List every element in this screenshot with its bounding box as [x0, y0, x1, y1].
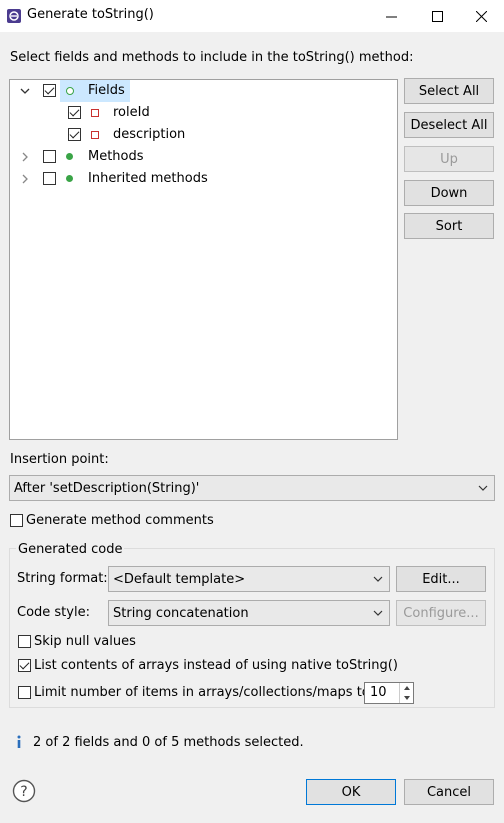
spinner-up-button[interactable] [399, 683, 413, 693]
info-icon [17, 735, 21, 748]
string-format-select[interactable]: <Default template> [108, 566, 390, 592]
chevron-down-icon [478, 485, 488, 491]
chevron-right-icon[interactable] [19, 151, 31, 163]
limit-items-checkbox[interactable] [18, 686, 31, 699]
instruction-label: Select fields and methods to include in … [10, 50, 414, 65]
skip-null-checkbox[interactable] [18, 635, 31, 648]
down-button[interactable]: Down [404, 180, 494, 206]
fields-methods-tree[interactable]: Fields roleId description Methods Inheri… [9, 79, 398, 440]
tree-row-methods[interactable]: Methods [10, 146, 397, 168]
limit-items-spinner[interactable]: 10 [364, 682, 414, 704]
up-button[interactable]: Up [404, 146, 494, 172]
code-style-select[interactable]: String concatenation [108, 600, 390, 626]
close-icon [475, 10, 487, 22]
string-format-value: <Default template> [113, 571, 246, 587]
limit-items-label: Limit number of items in arrays/collecti… [34, 685, 370, 700]
tree-row-inherited-methods[interactable]: Inherited methods [10, 168, 397, 190]
deselect-all-button[interactable]: Deselect All [404, 112, 494, 138]
ok-button[interactable]: OK [306, 779, 396, 805]
sort-button[interactable]: Sort [404, 213, 494, 239]
edit-template-button[interactable]: Edit... [396, 566, 486, 592]
generated-code-legend: Generated code [16, 542, 125, 557]
insertion-point-label: Insertion point: [10, 452, 109, 467]
tree-label-roleid: roleId [113, 105, 150, 120]
fields-checkbox[interactable] [43, 84, 56, 97]
method-group-icon [66, 175, 73, 182]
private-field-icon [91, 109, 99, 117]
insertion-point-select[interactable]: After 'setDescription(String)' [9, 475, 495, 501]
method-group-icon [66, 153, 73, 160]
maximize-button[interactable] [414, 0, 460, 32]
minimize-button[interactable] [368, 0, 414, 32]
tree-label-fields: Fields [88, 83, 125, 98]
select-all-button[interactable]: Select All [404, 78, 494, 104]
list-arrays-checkbox[interactable] [18, 659, 31, 672]
field-group-icon [66, 87, 74, 95]
limit-items-value: 10 [370, 685, 387, 700]
private-field-icon [91, 131, 99, 139]
spinner-up-icon [404, 686, 410, 690]
chevron-down-icon [373, 610, 383, 616]
tree-row-fields[interactable]: Fields [10, 80, 397, 102]
spinner-down-icon [404, 696, 410, 700]
maximize-icon [431, 10, 443, 22]
code-style-label: Code style: [17, 605, 90, 620]
help-icon[interactable]: ? [12, 779, 36, 803]
list-arrays-label: List contents of arrays instead of using… [34, 658, 398, 673]
tree-label-methods: Methods [88, 149, 144, 164]
tree-row-description[interactable]: description [10, 124, 397, 146]
cancel-button[interactable]: Cancel [404, 779, 494, 805]
inherited-methods-checkbox[interactable] [43, 172, 56, 185]
chevron-down-icon[interactable] [19, 85, 31, 97]
svg-text:?: ? [20, 784, 27, 800]
tree-row-roleid[interactable]: roleId [10, 102, 397, 124]
minimize-icon [385, 16, 397, 17]
generate-comments-checkbox[interactable] [10, 514, 23, 527]
skip-null-label: Skip null values [34, 634, 136, 649]
status-message: 2 of 2 fields and 0 of 5 methods selecte… [33, 735, 304, 750]
methods-checkbox[interactable] [43, 150, 56, 163]
insertion-point-value: After 'setDescription(String)' [14, 480, 200, 496]
chevron-right-icon[interactable] [19, 173, 31, 185]
description-checkbox[interactable] [68, 128, 81, 141]
tree-label-inherited-methods: Inherited methods [88, 171, 208, 186]
string-format-label: String format: [17, 571, 108, 586]
generate-comments-label: Generate method comments [26, 513, 214, 528]
window-title: Generate toString() [27, 7, 154, 22]
close-button[interactable] [458, 0, 504, 32]
title-bar: Generate toString() [0, 0, 504, 32]
code-style-value: String concatenation [113, 605, 249, 621]
chevron-down-icon [373, 576, 383, 582]
eclipse-app-icon [7, 9, 21, 23]
roleid-checkbox[interactable] [68, 106, 81, 119]
spinner-down-button[interactable] [399, 693, 413, 703]
configure-button[interactable]: Configure... [396, 600, 486, 626]
tree-label-description: description [113, 127, 186, 142]
